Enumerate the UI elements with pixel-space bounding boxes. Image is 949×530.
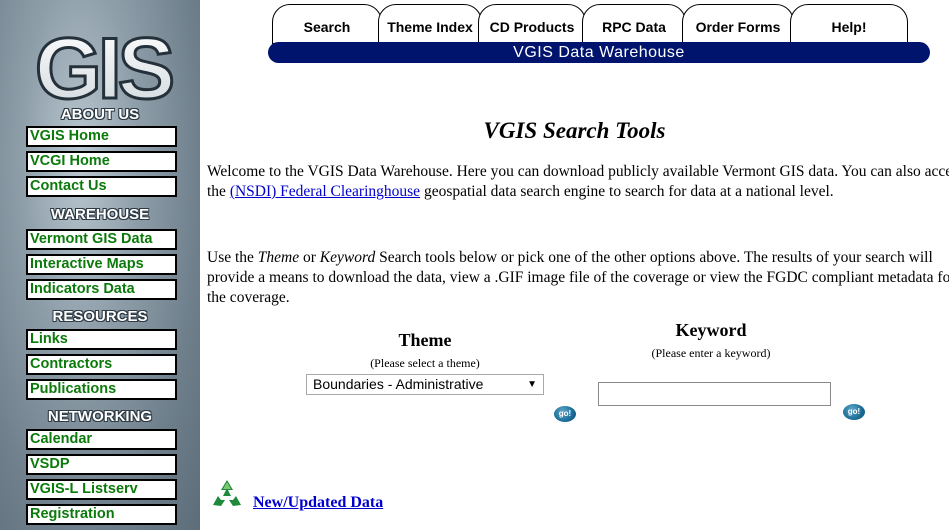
tab-rpc-data[interactable]: RPC Data [582, 4, 686, 44]
keyword-go-button[interactable]: go! [843, 404, 865, 420]
section-heading-warehouse: WAREHOUSE [50, 206, 150, 223]
theme-emphasis: Theme [257, 249, 300, 266]
banner-title: VGIS Data Warehouse [513, 44, 685, 61]
theme-label: Theme [398, 330, 452, 350]
tab-cd-products[interactable]: CD Products [478, 4, 586, 44]
nav-vcgi-home[interactable]: VCGI Home [26, 151, 177, 172]
nav-vsdp[interactable]: VSDP [26, 454, 177, 475]
intro-paragraph: Welcome to the VGIS Data Warehouse. Here… [207, 162, 949, 202]
section-heading-networking: NETWORKING [47, 408, 153, 425]
nav-contractors[interactable]: Contractors [26, 354, 177, 375]
keyword-label: Keyword [675, 320, 747, 340]
gis-logo: GIS [33, 20, 177, 110]
tab-search[interactable]: Search [272, 4, 382, 44]
tab-help[interactable]: Help! [790, 4, 908, 44]
keyword-hint: (Please enter a keyword) [651, 346, 771, 360]
theme-selected-value: Boundaries - Administrative [313, 376, 484, 392]
nav-vermont-gis-data[interactable]: Vermont GIS Data [26, 229, 177, 250]
nav-publications[interactable]: Publications [26, 379, 177, 400]
section-heading-about-us: ABOUT US [60, 106, 140, 123]
page-title: VGIS Search Tools [483, 118, 666, 143]
keyword-emphasis: Keyword [319, 249, 376, 266]
nav-interactive-maps[interactable]: Interactive Maps [26, 254, 177, 275]
instructions-start: Use the [207, 249, 258, 266]
theme-go-button[interactable]: go! [554, 406, 576, 422]
nav-indicators-data[interactable]: Indicators Data [26, 279, 177, 300]
nav-registration[interactable]: Registration [26, 504, 177, 525]
nav-vgis-l-listserv[interactable]: VGIS-L Listserv [26, 479, 177, 500]
nav-calendar[interactable]: Calendar [26, 429, 177, 450]
instructions-paragraph: Use the Theme or Keyword Search tools be… [207, 248, 949, 308]
banner-bar: VGIS Data Warehouse [268, 42, 930, 63]
tab-theme-index[interactable]: Theme Index [378, 4, 482, 44]
nav-links[interactable]: Links [26, 329, 177, 350]
keyword-input[interactable] [598, 382, 831, 406]
nsdi-clearinghouse-link[interactable]: (NSDI) Federal Clearinghouse [230, 183, 420, 200]
sidebar: GIS ABOUT US VGIS Home VCGI Home Contact… [0, 0, 200, 530]
intro-text-end: geospatial data search engine to search … [420, 183, 834, 200]
nav-contact-us[interactable]: Contact Us [26, 176, 177, 197]
tab-order-forms[interactable]: Order Forms [682, 4, 794, 44]
instructions-or: or [299, 249, 320, 266]
gis-logo-text: GIS [35, 21, 172, 110]
theme-select[interactable]: Boundaries - Administrative ▼ [306, 374, 544, 395]
nav-vgis-home[interactable]: VGIS Home [26, 126, 177, 147]
theme-hint: (Please select a theme) [370, 356, 480, 370]
dropdown-arrow-icon: ▼ [527, 379, 537, 390]
section-heading-resources: RESOURCES [52, 308, 148, 325]
new-updated-data-link[interactable]: New/Updated Data [253, 494, 383, 512]
recycle-arrows-icon [213, 480, 241, 506]
